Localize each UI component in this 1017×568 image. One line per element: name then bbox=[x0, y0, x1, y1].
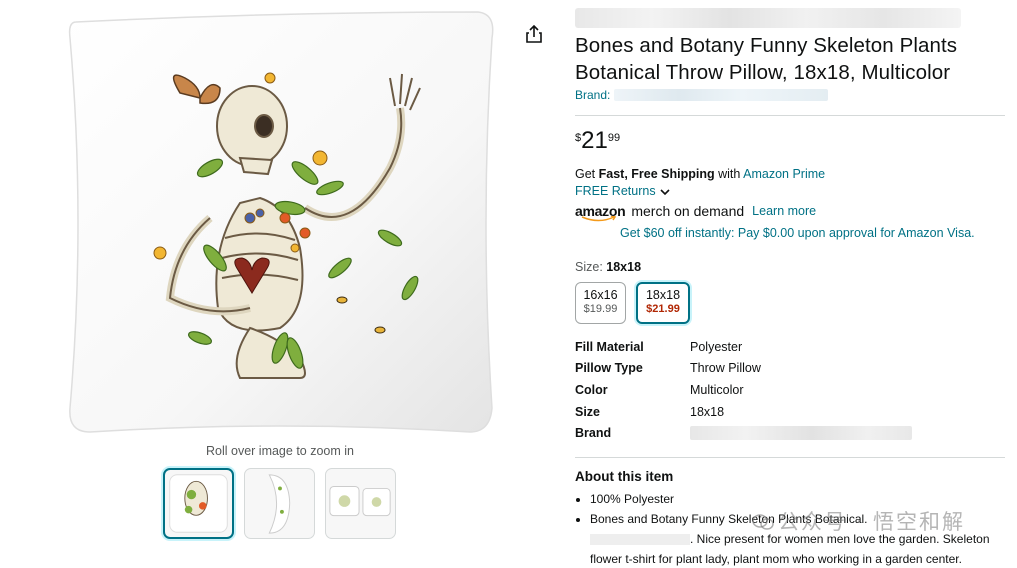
product-info: Bones and Botany Funny Skeleton Plants B… bbox=[575, 8, 1007, 568]
shipping-info: Get Fast, Free Shipping with Amazon Prim… bbox=[575, 166, 1007, 183]
spec-value: 18x18 bbox=[690, 404, 725, 419]
size-option-price: $21.99 bbox=[646, 303, 680, 315]
thumbnail-front[interactable] bbox=[163, 468, 234, 539]
product-title: Bones and Botany Funny Skeleton Plants B… bbox=[575, 34, 958, 84]
spec-row: Brand bbox=[575, 422, 1007, 444]
thumbnail-strip bbox=[163, 468, 396, 539]
size-option-label: 16x16 bbox=[583, 288, 618, 302]
visa-offer-link[interactable]: Get $60 off instantly: Pay $0.00 upon ap… bbox=[620, 226, 1007, 240]
about-heading: About this item bbox=[575, 468, 674, 484]
shipping-bold: Fast, Free Shipping bbox=[598, 167, 715, 181]
spec-row: Color Multicolor bbox=[575, 379, 1007, 401]
learn-more-link[interactable]: Learn more bbox=[752, 204, 816, 218]
amazon-logo: amazon bbox=[575, 203, 626, 222]
divider bbox=[575, 115, 1005, 116]
price-whole: 21 bbox=[581, 127, 608, 154]
size-label: Size: 18x18 bbox=[575, 260, 1007, 274]
brand-label: Brand: bbox=[575, 88, 611, 102]
watermark: 公众号 · 悟空和解 bbox=[752, 506, 965, 536]
product-specs: Fill Material Polyester Pillow Type Thro… bbox=[575, 336, 1007, 444]
spec-key: Color bbox=[575, 382, 608, 397]
spec-row: Pillow Type Throw Pillow bbox=[575, 358, 1007, 380]
prime-link[interactable]: Amazon Prime bbox=[743, 167, 825, 181]
spec-key: Brand bbox=[575, 426, 612, 441]
main-product-image[interactable] bbox=[60, 8, 500, 438]
redacted-store-link bbox=[575, 8, 961, 28]
shipping-prefix: Get bbox=[575, 167, 599, 181]
spec-key: Fill Material bbox=[575, 339, 644, 354]
brand-link[interactable]: Brand: bbox=[575, 87, 1007, 103]
share-icon[interactable] bbox=[524, 24, 544, 44]
zoom-hint: Roll over image to zoom in bbox=[206, 444, 354, 458]
wechat-icon bbox=[752, 514, 774, 530]
size-selected: 18x18 bbox=[606, 260, 642, 274]
redacted-brand-value bbox=[690, 426, 912, 441]
spec-row: Size 18x18 bbox=[575, 401, 1007, 423]
size-option-label: 18x18 bbox=[645, 288, 681, 302]
size-option-18x18[interactable]: 18x18 $21.99 bbox=[636, 282, 690, 324]
redacted-text bbox=[590, 534, 690, 546]
chevron-down-icon bbox=[660, 188, 670, 195]
free-returns-label: FREE Returns bbox=[575, 184, 656, 198]
spec-key: Size bbox=[575, 404, 601, 419]
free-returns-dropdown[interactable]: FREE Returns bbox=[575, 183, 1007, 200]
spec-value: Multicolor bbox=[690, 382, 744, 397]
watermark-text: 公众号 · 悟空和解 bbox=[778, 510, 966, 534]
spec-row: Fill Material Polyester bbox=[575, 336, 1007, 358]
merch-on-demand-row: amazon merch on demand Learn more bbox=[575, 201, 1007, 222]
amazon-smile-icon bbox=[581, 216, 617, 222]
redacted-brand-name bbox=[614, 89, 829, 101]
size-option-16x16[interactable]: 16x16 $19.99 bbox=[575, 282, 626, 324]
size-selector: 16x16 $19.99 18x18 $21.99 bbox=[575, 282, 1007, 324]
spec-value: Polyester bbox=[690, 339, 743, 354]
thumbnail-side[interactable] bbox=[244, 468, 315, 539]
shipping-middle: with bbox=[714, 167, 744, 181]
price-fraction: 99 bbox=[607, 132, 621, 144]
size-label-text: Size: bbox=[575, 260, 607, 274]
price: $ 21 99 bbox=[575, 129, 1007, 157]
divider bbox=[575, 456, 1005, 458]
size-option-price: $19.99 bbox=[583, 303, 618, 315]
spec-key: Pillow Type bbox=[575, 361, 643, 376]
merch-tagline: merch on demand bbox=[631, 203, 745, 219]
spec-value: Throw Pillow bbox=[690, 361, 761, 376]
thumbnail-pair[interactable] bbox=[325, 468, 396, 539]
